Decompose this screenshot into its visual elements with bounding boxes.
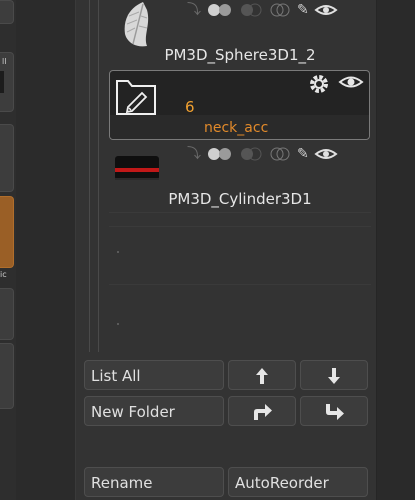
material-toggle-icon[interactable]	[239, 147, 263, 161]
move-down-right-button[interactable]	[300, 396, 368, 426]
left-strip-mark	[0, 71, 4, 93]
panel-right-margin	[377, 0, 415, 500]
subtool-icon-row: ⤵ ✎	[187, 2, 338, 18]
merge-down-icon[interactable]: ⤵	[187, 3, 201, 17]
subtool-icon-row: ⤵ ✎	[187, 146, 338, 162]
brush-icon[interactable]: ✎	[297, 3, 309, 17]
subtool-name: PM3D_Cylinder3D1	[168, 190, 312, 208]
rename-button[interactable]: Rename	[84, 467, 224, 497]
move-up-right-icon	[254, 404, 272, 420]
left-toolbar-strip: ll ic	[0, 0, 16, 500]
transparency-toggle-icon[interactable]	[268, 3, 292, 17]
merge-down-icon[interactable]: ⤵	[187, 147, 201, 161]
left-strip-label: ic	[0, 270, 7, 279]
left-strip-button[interactable]	[0, 288, 14, 340]
tree-line	[89, 0, 90, 352]
arrow-up-icon	[256, 368, 268, 384]
move-down-right-icon	[326, 404, 344, 420]
tree-line	[98, 0, 99, 352]
left-strip-button[interactable]	[0, 0, 14, 24]
move-up-button[interactable]	[228, 360, 296, 390]
eye-icon[interactable]	[338, 73, 364, 91]
eye-icon[interactable]	[314, 146, 338, 162]
material-toggle-icon[interactable]	[239, 3, 263, 17]
eye-icon[interactable]	[314, 2, 338, 18]
gear-icon[interactable]	[308, 73, 330, 95]
polypaint-toggle-icon[interactable]	[206, 3, 234, 17]
folder-icon[interactable]	[114, 75, 158, 117]
left-strip-button[interactable]	[0, 343, 14, 409]
folder-name: neck_acc	[204, 120, 269, 136]
subtool-item[interactable]: ⤵ ✎ PM3D_Sphere3D1_2	[109, 0, 371, 70]
transparency-toggle-icon[interactable]	[268, 147, 292, 161]
cylinder-thumbnail-icon	[115, 156, 159, 180]
subtool-folder[interactable]: 6 neck_acc	[109, 70, 370, 140]
empty-subtool-slot[interactable]	[109, 284, 371, 337]
move-up-right-button[interactable]	[228, 396, 296, 426]
brush-icon[interactable]: ✎	[297, 147, 309, 161]
left-strip-label: ll	[2, 57, 7, 66]
subtool-name: PM3D_Sphere3D1_2	[164, 46, 316, 64]
subtool-item[interactable]: ⤵ ✎ PM3D_Cylinder3D1	[109, 142, 371, 213]
empty-subtool-slot[interactable]	[109, 226, 371, 279]
auto-reorder-button[interactable]: AutoReorder	[228, 467, 368, 497]
arrow-down-icon	[328, 368, 340, 384]
list-all-button[interactable]: List All	[84, 360, 224, 390]
left-strip-button[interactable]	[0, 124, 14, 192]
feather-thumbnail-icon	[124, 2, 149, 47]
folder-subtool-count: 6	[185, 98, 195, 116]
polypaint-toggle-icon[interactable]	[206, 147, 234, 161]
left-strip-active-button[interactable]	[0, 196, 14, 268]
left-strip-button[interactable]: ll	[0, 52, 14, 112]
move-down-button[interactable]	[300, 360, 368, 390]
new-folder-button[interactable]: New Folder	[84, 396, 224, 426]
